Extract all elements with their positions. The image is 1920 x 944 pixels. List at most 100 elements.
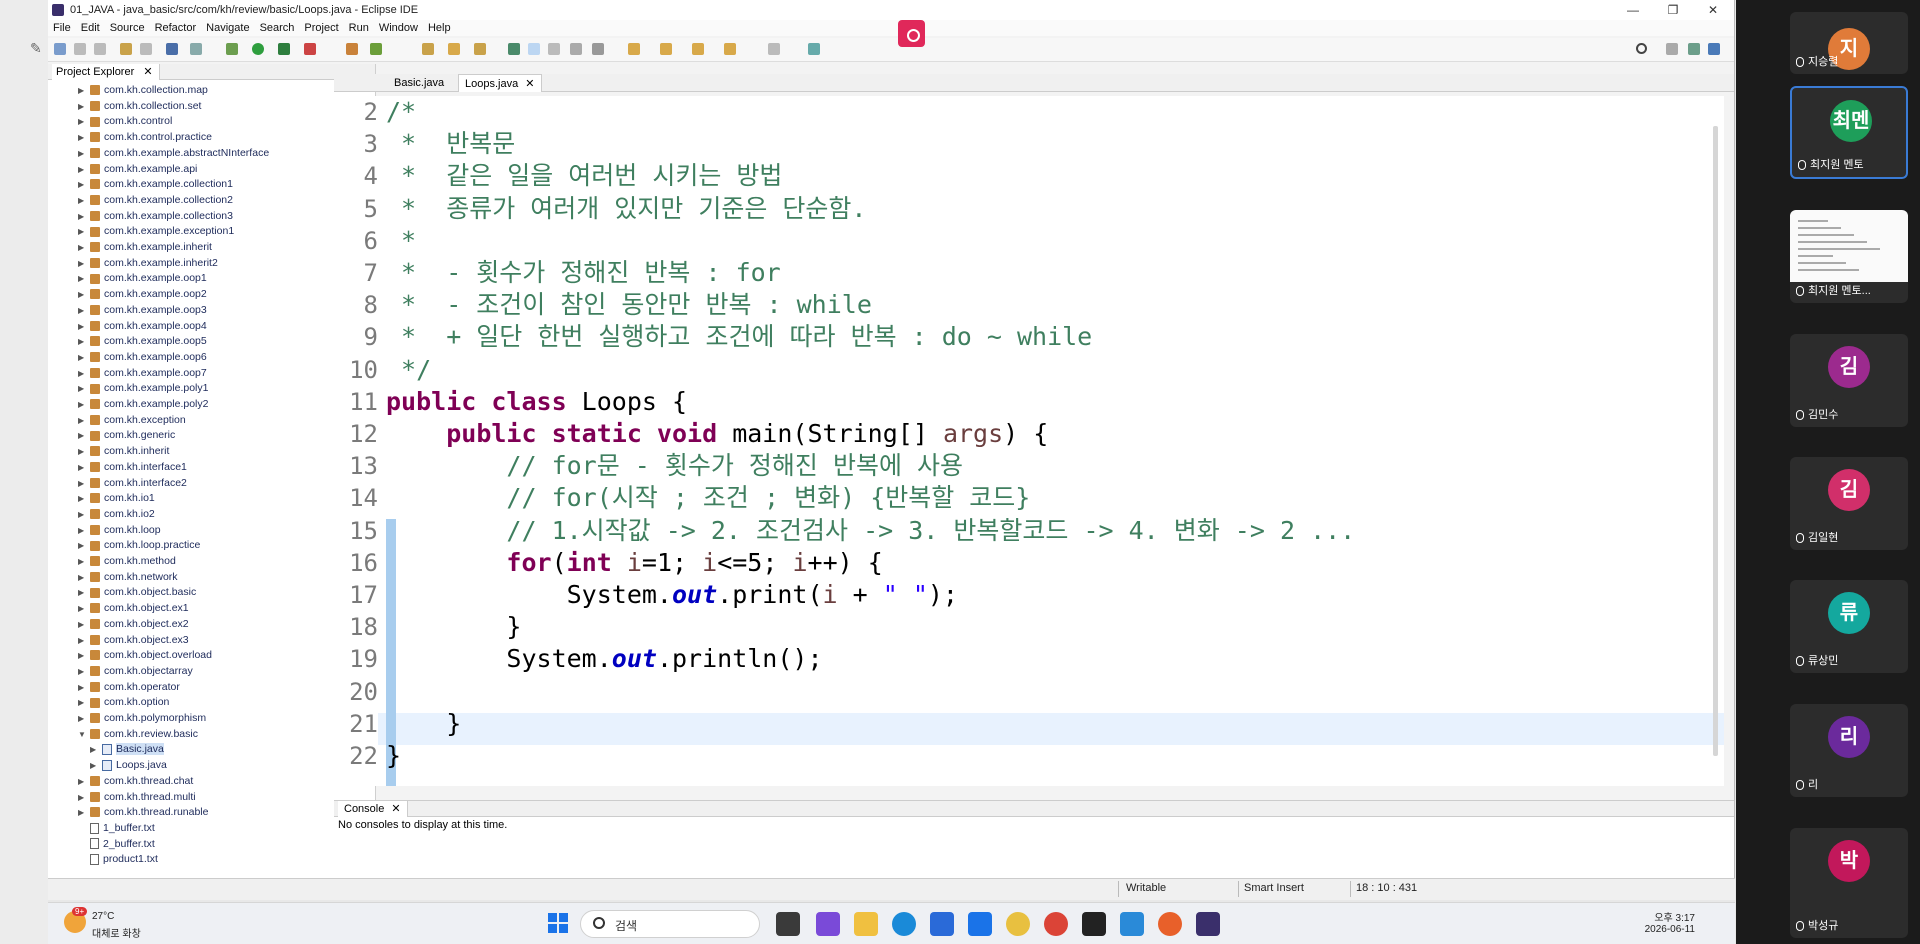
maximize-button[interactable]: ❐	[1653, 0, 1693, 20]
save-all-icon[interactable]	[94, 43, 106, 55]
expand-arrow-icon[interactable]: ▶	[78, 523, 86, 538]
menu-run[interactable]: Run	[349, 22, 369, 34]
expand-arrow-icon[interactable]: ▶	[78, 538, 86, 553]
new-java-project-icon[interactable]	[346, 43, 358, 55]
expand-arrow-icon[interactable]: ▶	[78, 507, 86, 522]
menu-project[interactable]: Project	[304, 22, 338, 34]
participant-tile[interactable]: 최멘 최지원 멘토	[1790, 86, 1908, 179]
expand-arrow-icon[interactable]: ▶	[78, 491, 86, 506]
open-perspective-icon[interactable]	[1666, 43, 1678, 55]
expand-arrow-icon[interactable]: ▶	[78, 381, 86, 396]
expand-arrow-icon[interactable]: ▶	[78, 617, 86, 632]
tree-item[interactable]: ▶ com.kh.example.api	[78, 162, 197, 177]
expand-arrow-icon[interactable]: ▶	[90, 758, 98, 773]
prev-annotation-icon[interactable]	[660, 43, 672, 55]
expand-arrow-icon[interactable]: ▶	[78, 209, 86, 224]
expand-arrow-icon[interactable]: ▶	[78, 240, 86, 255]
tree-item[interactable]: ▶ com.kh.example.oop6	[78, 350, 207, 365]
expand-arrow-icon[interactable]: ▶	[78, 177, 86, 192]
expand-arrow-icon[interactable]: ▶	[78, 334, 86, 349]
close-icon[interactable]: ✕	[143, 66, 152, 78]
annotation-icon[interactable]	[508, 43, 520, 55]
tree-item[interactable]: product1.txt	[78, 852, 158, 867]
menu-navigate[interactable]: Navigate	[206, 22, 249, 34]
tree-item[interactable]: ▶ com.kh.inherit	[78, 444, 169, 459]
tree-item[interactable]: ▶ com.kh.example.collection3	[78, 209, 233, 224]
menu-edit[interactable]: Edit	[81, 22, 100, 34]
tree-item[interactable]: 1_buffer.txt	[78, 821, 155, 836]
forward-icon[interactable]	[768, 43, 780, 55]
tree-item[interactable]: ▶ com.kh.example.inherit	[78, 240, 212, 255]
start-icon[interactable]	[548, 913, 568, 933]
tree-item[interactable]: ▶ com.kh.example.exception1	[78, 224, 234, 239]
participant-tile[interactable]: 김 김일현	[1790, 457, 1908, 550]
participant-tile[interactable]: 최지원 멘토...	[1790, 210, 1908, 303]
tree-item[interactable]: ▶ Loops.java	[90, 758, 167, 773]
tree-item[interactable]: ▶ com.kh.example.poly1	[78, 381, 208, 396]
tree-item[interactable]: ▶ com.kh.example.oop7	[78, 366, 207, 381]
java-perspective-icon[interactable]	[1708, 43, 1720, 55]
tab-basic-java[interactable]: Basic.java	[388, 74, 450, 92]
tree-item[interactable]: ▶ com.kh.collection.map	[78, 83, 208, 98]
tree-item[interactable]: ▶ com.kh.example.inherit2	[78, 256, 218, 271]
expand-arrow-icon[interactable]: ▶	[78, 554, 86, 569]
tree-item[interactable]: ▶ com.kh.object.ex3	[78, 633, 189, 648]
taskbar-search[interactable]: 검색	[580, 910, 760, 938]
code-line[interactable]: 22}	[334, 740, 1714, 772]
tree-item[interactable]: ▶ com.kh.loop	[78, 523, 161, 538]
tree-item[interactable]: ▶ com.kh.object.ex2	[78, 617, 189, 632]
record-button[interactable]	[898, 20, 925, 47]
expand-arrow-icon[interactable]: ▶	[78, 413, 86, 428]
expand-arrow-icon[interactable]: ▶	[78, 460, 86, 475]
expand-arrow-icon[interactable]: ▶	[78, 287, 86, 302]
expand-arrow-icon[interactable]: ▶	[78, 633, 86, 648]
expand-arrow-icon[interactable]: ▶	[78, 162, 86, 177]
tree-item[interactable]: ▶ com.kh.example.oop1	[78, 271, 207, 286]
expand-arrow-icon[interactable]: ▶	[78, 114, 86, 129]
expand-arrow-icon[interactable]: ▶	[78, 790, 86, 805]
code-line[interactable]: 11 public class Loops {	[334, 386, 1714, 418]
expand-arrow-icon[interactable]: ▶	[78, 193, 86, 208]
code-line[interactable]: 14 // for(시작 ; 조건 ; 변화) {반복할 코드}	[334, 482, 1714, 514]
tree-item[interactable]: ▶ com.kh.example.oop5	[78, 334, 207, 349]
expand-arrow-icon[interactable]: ▶	[78, 711, 86, 726]
expand-arrow-icon[interactable]: ▶	[78, 224, 86, 239]
last-edit-icon[interactable]	[692, 43, 704, 55]
participant-tile[interactable]: 리리	[1790, 704, 1908, 797]
expand-arrow-icon[interactable]: ▶	[78, 366, 86, 381]
tree-item[interactable]: ▶ com.kh.object.basic	[78, 585, 196, 600]
code-line[interactable]: 16 for(int i=1; i<=5; i++) {	[334, 547, 1714, 579]
tree-item[interactable]: ▶ com.kh.control.practice	[78, 130, 212, 145]
expand-arrow-icon[interactable]: ▶	[78, 256, 86, 271]
store-icon[interactable]	[930, 912, 954, 936]
tree-item[interactable]: ▶ com.kh.interface2	[78, 476, 187, 491]
expand-arrow-icon[interactable]: ▶	[78, 350, 86, 365]
tree-item[interactable]: ▶ com.kh.generic	[78, 428, 175, 443]
code-line[interactable]: 21 }	[334, 708, 1714, 740]
eclipse-taskbar-icon[interactable]	[1196, 912, 1220, 936]
tree-item[interactable]: ▼ com.kh.review.basic	[78, 727, 198, 742]
code-line[interactable]: 17 System.out.print(i + " ");	[334, 579, 1714, 611]
tree-item[interactable]: ▶ com.kh.polymorphism	[78, 711, 206, 726]
code-line[interactable]: 9 * + 일단 한번 실행하고 조건에 따라 반복 : do ~ while	[334, 321, 1714, 353]
java-ee-perspective-icon[interactable]	[1688, 43, 1700, 55]
expand-arrow-icon[interactable]: ▶	[78, 99, 86, 114]
chrome-icon[interactable]	[1044, 912, 1068, 936]
expand-arrow-icon[interactable]: ▶	[78, 585, 86, 600]
expand-arrow-icon[interactable]: ▶	[78, 428, 86, 443]
edge-icon[interactable]	[892, 912, 916, 936]
menu-file[interactable]: File	[53, 22, 71, 34]
tree-item[interactable]: ▶ com.kh.option	[78, 695, 169, 710]
mark-occurrences-icon[interactable]	[528, 43, 540, 55]
tree-item[interactable]: ▶ com.kh.operator	[78, 680, 180, 695]
tree-item[interactable]: ▶ com.kh.io2	[78, 507, 155, 522]
tree-item[interactable]: ▶ com.kh.example.oop2	[78, 287, 207, 302]
tree-item[interactable]: ▶ com.kh.interface1	[78, 460, 187, 475]
back-icon[interactable]	[724, 43, 736, 55]
tree-item[interactable]: ▶ com.kh.example.poly2	[78, 397, 208, 412]
undo-icon[interactable]	[120, 43, 132, 55]
tree-item[interactable]: ▶ com.kh.example.collection2	[78, 193, 233, 208]
expand-arrow-icon[interactable]: ▶	[90, 742, 98, 757]
show-whitespace-icon[interactable]	[592, 43, 604, 55]
redo-icon[interactable]	[140, 43, 152, 55]
